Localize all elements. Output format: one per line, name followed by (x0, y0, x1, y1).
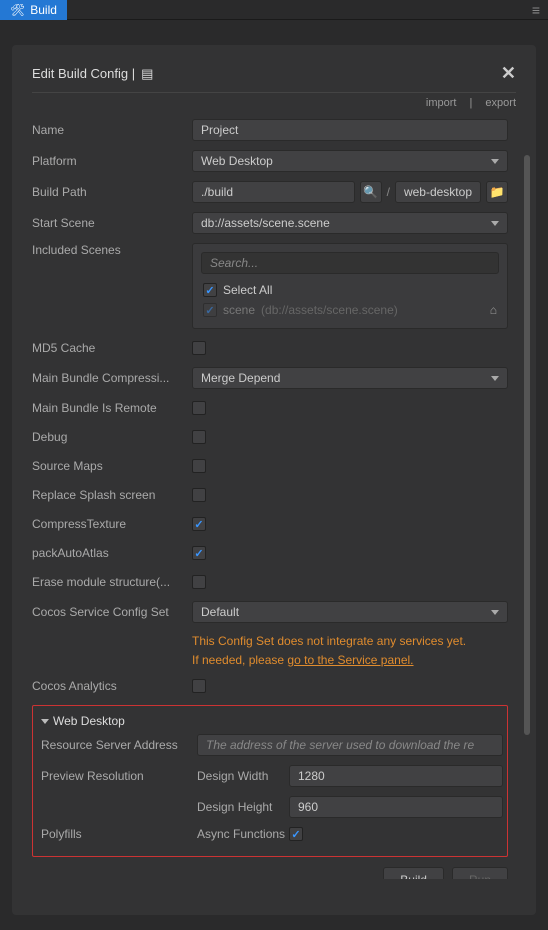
folder-icon[interactable]: 📁 (486, 181, 508, 203)
md5-label: MD5 Cache (32, 341, 192, 355)
scene-search-input[interactable] (201, 252, 499, 274)
panel-title: Edit Build Config | ▤ (32, 66, 153, 82)
run-button[interactable]: Run (452, 867, 508, 879)
async-checkbox[interactable] (289, 827, 303, 841)
name-input[interactable] (192, 119, 508, 141)
export-link[interactable]: export (485, 97, 516, 109)
name-label: Name (32, 123, 192, 137)
design-width-label: Design Width (197, 769, 289, 783)
startscene-select[interactable]: db://assets/scene.scene (192, 212, 508, 234)
chevron-down-icon (41, 719, 49, 724)
panel-header: Edit Build Config | ▤ ✕ (32, 63, 516, 84)
chevron-down-icon (491, 159, 499, 164)
mbremote-label: Main Bundle Is Remote (32, 401, 192, 415)
md5-checkbox[interactable] (192, 341, 206, 355)
scene-checkbox[interactable] (203, 303, 217, 317)
web-desktop-section: Web Desktop Resource Server Address Prev… (32, 705, 508, 857)
design-width-input[interactable] (289, 765, 503, 787)
polyfills-label: Polyfills (41, 827, 197, 841)
home-icon[interactable]: ⌂ (490, 303, 497, 317)
debug-checkbox[interactable] (192, 430, 206, 444)
analytics-label: Cocos Analytics (32, 679, 192, 693)
build-panel: Edit Build Config | ▤ ✕ import | export … (12, 45, 536, 915)
platform-label: Platform (32, 154, 192, 168)
compresstex-checkbox[interactable] (192, 517, 206, 531)
resaddr-label: Resource Server Address (41, 738, 197, 752)
build-button[interactable]: Build (383, 867, 444, 879)
chevron-down-icon (491, 221, 499, 226)
section-toggle[interactable]: Web Desktop (37, 708, 503, 734)
close-icon[interactable]: ✕ (501, 63, 516, 84)
chevron-down-icon (491, 376, 499, 381)
scenes-box: Select All scene (db://assets/scene.scen… (192, 243, 508, 329)
chevron-down-icon (491, 610, 499, 615)
design-height-label: Design Height (197, 800, 289, 814)
buildpath-suffix: web-desktop (395, 181, 481, 203)
sourcemaps-checkbox[interactable] (192, 459, 206, 473)
wrench-icon: 🛠 (10, 3, 25, 17)
sourcemaps-label: Source Maps (32, 459, 192, 473)
menu-icon[interactable]: ≡ (524, 2, 548, 18)
async-label: Async Functions (197, 827, 289, 841)
resaddr-input[interactable] (197, 734, 503, 756)
preview-label: Preview Resolution (41, 769, 197, 783)
buildpath-input[interactable] (192, 181, 355, 203)
divider (32, 92, 516, 93)
mbremote-checkbox[interactable] (192, 401, 206, 415)
design-height-input[interactable] (289, 796, 503, 818)
top-links: import | export (32, 97, 516, 109)
analytics-checkbox[interactable] (192, 679, 206, 693)
debug-label: Debug (32, 430, 192, 444)
packauto-checkbox[interactable] (192, 546, 206, 560)
platform-select[interactable]: Web Desktop (192, 150, 508, 172)
footer-buttons: Build Run (32, 867, 508, 879)
startscene-label: Start Scene (32, 216, 192, 230)
compresstex-label: CompressTexture (32, 517, 192, 531)
svcconfig-select[interactable]: Default (192, 601, 508, 623)
form-body: Name Platform Web Desktop Build Path 🔍 /… (32, 119, 516, 879)
import-link[interactable]: import (426, 97, 457, 109)
splash-checkbox[interactable] (192, 488, 206, 502)
scrollbar[interactable] (524, 155, 530, 735)
build-tab[interactable]: 🛠 Build (0, 0, 67, 20)
select-all-checkbox[interactable] (203, 283, 217, 297)
mbc-select[interactable]: Merge Depend (192, 367, 508, 389)
splash-label: Replace Splash screen (32, 488, 192, 502)
packauto-label: packAutoAtlas (32, 546, 192, 560)
mbc-label: Main Bundle Compressi... (32, 371, 192, 385)
topbar: 🛠 Build ≡ (0, 0, 548, 20)
svcconfig-label: Cocos Service Config Set (32, 605, 192, 619)
erase-checkbox[interactable] (192, 575, 206, 589)
service-panel-link[interactable]: go to the Service panel. (287, 653, 413, 667)
search-icon[interactable]: 🔍 (360, 181, 382, 203)
buildpath-label: Build Path (32, 185, 192, 199)
select-all-row[interactable]: Select All (201, 280, 499, 300)
tab-label: Build (30, 3, 57, 17)
book-icon: ▤ (141, 66, 153, 82)
service-warning: This Config Set does not integrate any s… (192, 632, 508, 670)
scene-row[interactable]: scene (db://assets/scene.scene) ⌂ (201, 300, 499, 320)
erase-label: Erase module structure(... (32, 575, 192, 589)
includedscenes-label: Included Scenes (32, 243, 192, 257)
